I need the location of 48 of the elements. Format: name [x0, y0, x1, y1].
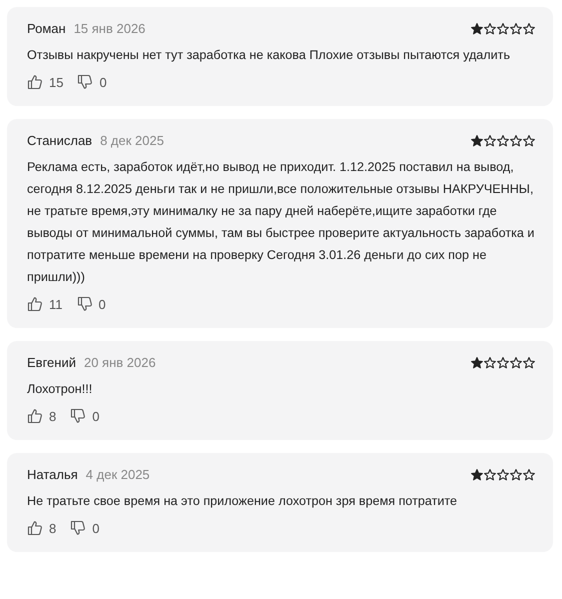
- thumbs-down-icon[interactable]: [76, 296, 92, 312]
- thumbs-up-icon[interactable]: [27, 296, 43, 312]
- thumbs-down-icon[interactable]: [70, 408, 86, 424]
- star-icon: [471, 468, 483, 480]
- star-icon: [497, 134, 509, 146]
- dislike-count: 0: [92, 520, 100, 536]
- star-icon: [497, 22, 509, 34]
- thumbs-up-icon[interactable]: [27, 520, 43, 536]
- star-icon: [510, 22, 522, 34]
- like-count: 11: [49, 296, 62, 312]
- review-date: 4 дек 2025: [86, 467, 150, 482]
- star-icon: [510, 134, 522, 146]
- star-icon: [497, 468, 509, 480]
- like-count: 8: [49, 408, 56, 424]
- review-date: 8 дек 2025: [100, 133, 164, 148]
- review-date: 20 янв 2026: [84, 355, 156, 370]
- star-icon: [471, 22, 483, 34]
- dislike-count: 0: [92, 408, 100, 424]
- author-name: Станислав: [27, 133, 92, 148]
- dislike-count: 0: [98, 296, 106, 312]
- star-icon: [471, 134, 483, 146]
- review-text: Лохотрон!!!: [27, 381, 94, 398]
- star-icon: [484, 468, 496, 480]
- star-icon: [523, 468, 535, 480]
- author-name: Евгений: [27, 355, 76, 370]
- review-text: Отзывы накручены нет тут заработка не какова Плохие отзывы пытаются удалить: [27, 47, 512, 64]
- thumbs-down-icon[interactable]: [70, 520, 86, 536]
- dislike-count: 0: [99, 74, 107, 90]
- star-icon: [497, 356, 509, 368]
- star-icon: [484, 134, 496, 146]
- star-icon: [471, 356, 483, 368]
- star-icon: [510, 468, 522, 480]
- star-icon: [484, 356, 496, 368]
- thumbs-up-icon[interactable]: [27, 74, 43, 90]
- star-icon: [484, 22, 496, 34]
- author-name: Роман: [27, 21, 66, 36]
- author-name: Наталья: [27, 467, 78, 482]
- star-icon: [510, 356, 522, 368]
- review-text: Не тратьте свое время на это приложение лохотрон зря время потратите: [27, 493, 458, 510]
- star-icon: [523, 356, 535, 368]
- star-icon: [523, 134, 535, 146]
- review-text: Реклама есть, заработок идёт,но вывод не приходит. 1.12.2025 поставил на вывод, сегодня 8.12.2025 деньги так и не пришли,все положительные отзывы НАКРУЧЕННЫ, не тратьте время,эту минималку не за пару дней наберёте,ищите заработки где выводы от минимальной суммы, там вы быстрее проверите актуальность заработка и потратите меньше времени на проверку Сегодня 3.01.26 деньги до сих пор не пришли))): [27, 159, 535, 286]
- review-date: 15 янв 2026: [74, 21, 146, 36]
- thumbs-down-icon[interactable]: [77, 74, 94, 90]
- like-count: 8: [49, 520, 56, 536]
- star-icon: [523, 22, 535, 34]
- like-count: 15: [49, 74, 64, 90]
- thumbs-up-icon[interactable]: [27, 408, 43, 424]
